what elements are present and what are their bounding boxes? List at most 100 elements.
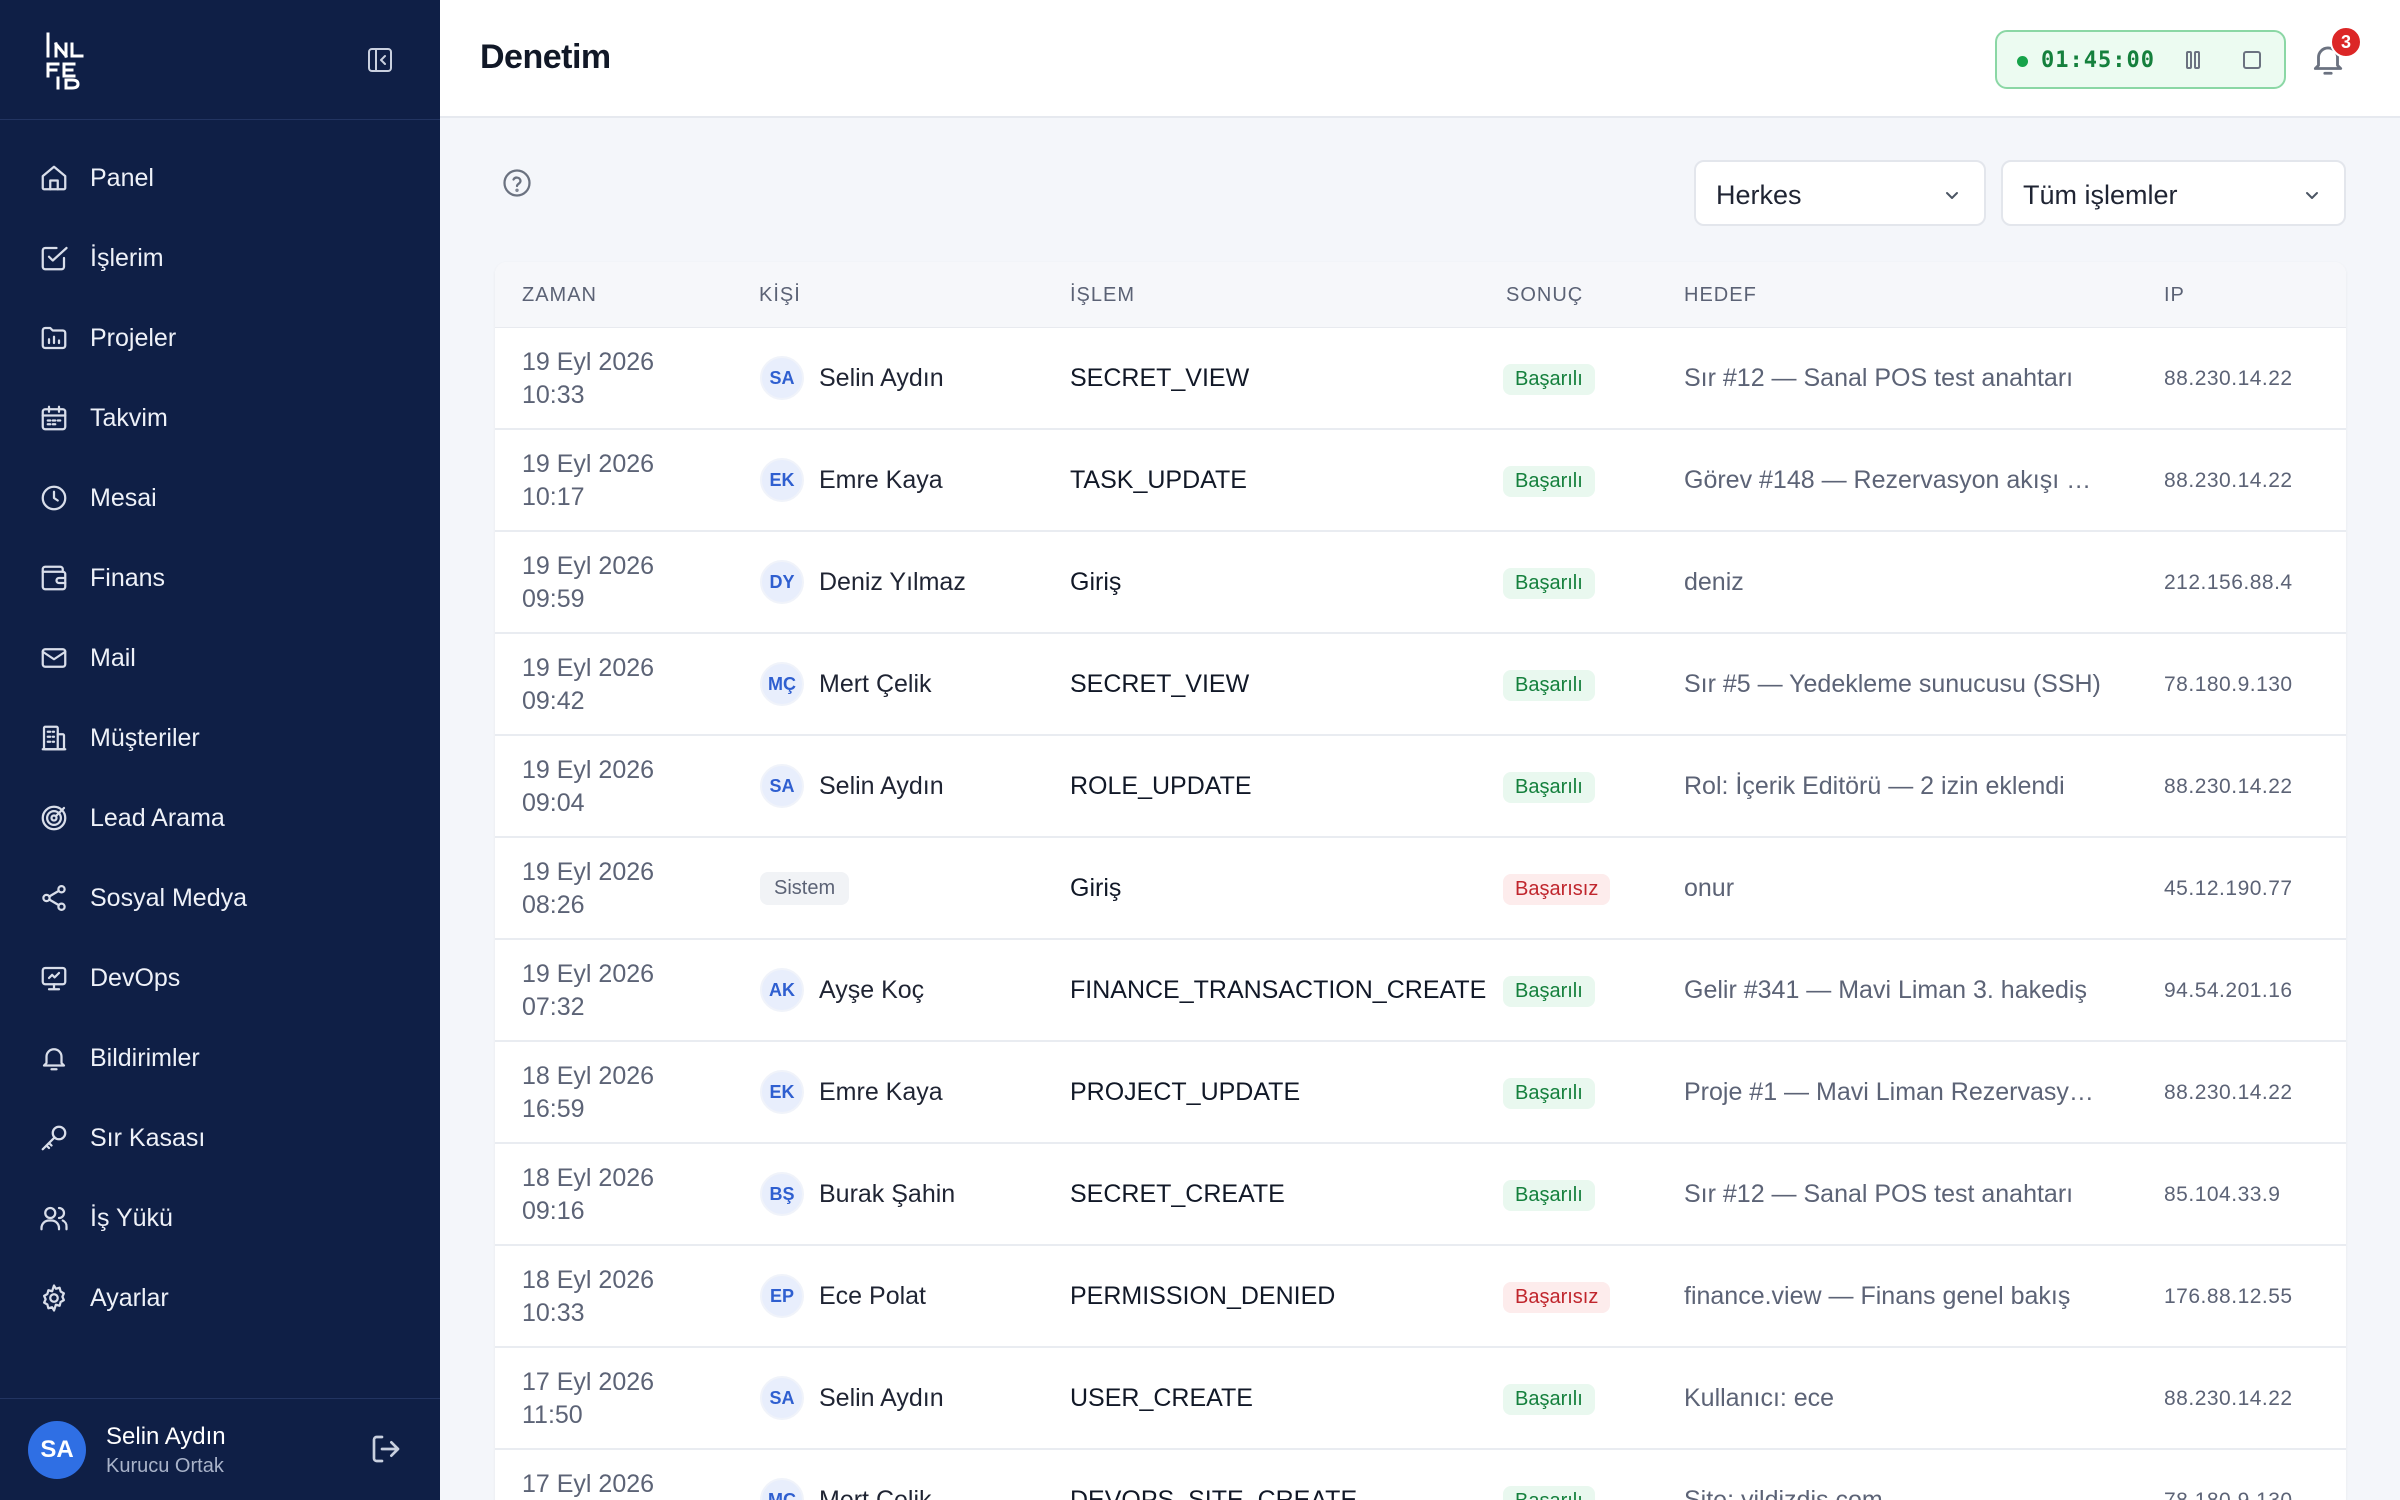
pause-icon[interactable] bbox=[2181, 48, 2205, 72]
cell-person: EP Ece Polat bbox=[760, 1246, 926, 1346]
sidebar-item-musteriler[interactable]: Müşteriler bbox=[0, 698, 440, 778]
cell-action: SECRET_CREATE bbox=[1070, 1180, 1285, 1208]
status-badge: Başarılı bbox=[1503, 1486, 1595, 1500]
cell-time: 19 Eyl 2026 10:33 bbox=[522, 346, 654, 412]
avatar: SA bbox=[760, 764, 804, 808]
sidebar-item-finans[interactable]: Finans bbox=[0, 538, 440, 618]
column-header-target[interactable]: HEDEF bbox=[1684, 284, 1757, 307]
cell-person: EK Emre Kaya bbox=[760, 430, 943, 530]
chevron-down-icon bbox=[1946, 192, 1958, 199]
sidebar-item-devops[interactable]: DevOps bbox=[0, 938, 440, 1018]
table-row[interactable]: 19 Eyl 2026 10:33 SA Selin Aydın SECRET_VIEW… bbox=[495, 328, 2346, 430]
user-filter-select[interactable]: Herkes bbox=[1694, 160, 1986, 226]
cell-target: Proje #1 — Mavi Liman Rezervasyon … bbox=[1684, 1078, 2104, 1106]
column-header-ip[interactable]: IP bbox=[2164, 284, 2185, 307]
cell-ip: 45.12.190.77 bbox=[2164, 877, 2293, 900]
avatar: SA bbox=[760, 356, 804, 400]
sidebar-item-mail[interactable]: Mail bbox=[0, 618, 440, 698]
status-badge: Başarılı bbox=[1503, 670, 1595, 701]
cell-result: Başarısız bbox=[1503, 1282, 1611, 1313]
table-row[interactable]: 19 Eyl 2026 10:17 EK Emre Kaya TASK_UPDATE Ba… bbox=[495, 430, 2346, 532]
cell-person: MÇ Mert Çelik bbox=[760, 634, 932, 734]
status-badge: Başarılı bbox=[1503, 466, 1595, 497]
sidebar-item-sosyal-medya[interactable]: Sosyal Medya bbox=[0, 858, 440, 938]
cell-result: Başarılı bbox=[1503, 1384, 1595, 1415]
sidebar-item-label: Lead Arama bbox=[90, 803, 225, 832]
status-badge: Başarılı bbox=[1503, 1384, 1595, 1415]
avatar: EK bbox=[760, 1070, 804, 1114]
table-header: ZAMAN KİŞİ İŞLEM SONUÇ HEDEF IP bbox=[495, 262, 2346, 328]
table-row[interactable]: 19 Eyl 2026 09:59 DY Deniz Yılmaz Giriş Başar… bbox=[495, 532, 2346, 634]
cell-ip: 78.180.9.130 bbox=[2164, 1489, 2293, 1500]
sidebar-item-label: DevOps bbox=[90, 963, 181, 992]
cell-date-text: 17 Eyl 2026 bbox=[522, 1470, 655, 1498]
sidebar-item-islerim[interactable]: İşlerim bbox=[0, 218, 440, 298]
cell-target: Sır #5 — Yedekleme sunucusu (SSH) bbox=[1684, 670, 2101, 698]
avatar[interactable]: SA bbox=[28, 1421, 86, 1479]
table-row[interactable]: 18 Eyl 2026 09:16 BŞ Burak Şahin SECRET_CREA… bbox=[495, 1144, 2346, 1246]
cell-time: 18 Eyl 2026 09:16 bbox=[522, 1162, 654, 1228]
action-filter-select[interactable]: Tüm işlemler bbox=[2001, 160, 2346, 226]
cell-date-text: 19 Eyl 2026 bbox=[522, 858, 655, 886]
sidebar-item-mesai[interactable]: Mesai bbox=[0, 458, 440, 538]
clock-icon bbox=[38, 482, 70, 514]
sidebar-item-lead-arama[interactable]: Lead Arama bbox=[0, 778, 440, 858]
column-header-time[interactable]: ZAMAN bbox=[522, 284, 597, 307]
column-header-action[interactable]: İŞLEM bbox=[1070, 284, 1135, 307]
sidebar-item-ayarlar[interactable]: Ayarlar bbox=[0, 1258, 440, 1338]
cell-target: deniz bbox=[1684, 568, 1744, 596]
table-row[interactable]: 18 Eyl 2026 10:33 EP Ece Polat PERMISSION_DE… bbox=[495, 1246, 2346, 1348]
table-row[interactable]: 19 Eyl 2026 09:04 SA Selin Aydın ROLE_UPDATE… bbox=[495, 736, 2346, 838]
cell-target: Görev #148 — Rezervasyon akışı UX… bbox=[1684, 466, 2104, 494]
sidebar-item-is-yuku[interactable]: İş Yükü bbox=[0, 1178, 440, 1258]
cell-person: MÇ Mert Çelik bbox=[760, 1450, 932, 1500]
column-header-result[interactable]: SONUÇ bbox=[1506, 284, 1583, 307]
cell-ip: 78.180.9.130 bbox=[2164, 673, 2293, 696]
cell-person: SA Selin Aydın bbox=[760, 1348, 944, 1448]
sidebar-item-label: Sosyal Medya bbox=[90, 883, 248, 912]
status-badge: Başarısız bbox=[1503, 1282, 1611, 1313]
table-row[interactable]: 17 Eyl 2026 11:50 SA Selin Aydın USER_CREATE… bbox=[495, 1348, 2346, 1450]
sidebar-item-label: İş Yükü bbox=[90, 1203, 173, 1232]
cell-ip: 176.88.12.55 bbox=[2164, 1285, 2293, 1308]
cell-time: 18 Eyl 2026 10:33 bbox=[522, 1264, 654, 1330]
column-header-person[interactable]: KİŞİ bbox=[759, 284, 801, 307]
cell-action: SECRET_VIEW bbox=[1070, 364, 1250, 392]
sidebar-item-label: Panel bbox=[90, 163, 154, 192]
cell-person: SA Selin Aydın bbox=[760, 736, 944, 836]
cell-time-text: 10:33 bbox=[522, 1299, 585, 1327]
users-icon bbox=[38, 1202, 70, 1234]
table-row[interactable]: 19 Eyl 2026 08:26 Sistem Giriş Başarısız onur… bbox=[495, 838, 2346, 940]
cell-result: Başarılı bbox=[1503, 1486, 1595, 1500]
user-role: Kurucu Ortak bbox=[106, 1455, 224, 1477]
cell-person: BŞ Burak Şahin bbox=[760, 1144, 955, 1244]
cell-action: Giriş bbox=[1070, 568, 1122, 596]
cell-time: 19 Eyl 2026 09:59 bbox=[522, 550, 654, 616]
cell-time-text: 08:26 bbox=[522, 891, 585, 919]
table-row[interactable]: 19 Eyl 2026 09:42 MÇ Mert Çelik SECRET_VIEW B… bbox=[495, 634, 2346, 736]
status-badge: Başarılı bbox=[1503, 976, 1595, 1007]
monitor-icon bbox=[38, 962, 70, 994]
cell-target: Sır #12 — Sanal POS test anahtarı bbox=[1684, 364, 2074, 392]
target-icon bbox=[38, 802, 70, 834]
cell-ip: 94.54.201.16 bbox=[2164, 979, 2293, 1002]
cell-result: Başarılı bbox=[1503, 772, 1595, 803]
person-name: Mert Çelik bbox=[819, 1485, 932, 1500]
sidebar-item-projeler[interactable]: Projeler bbox=[0, 298, 440, 378]
sidebar-item-panel[interactable]: Panel bbox=[0, 138, 440, 218]
sidebar-item-label: Finans bbox=[90, 563, 166, 592]
user-name: Selin Aydın bbox=[106, 1423, 226, 1450]
person-name: Ayşe Koç bbox=[819, 975, 925, 1004]
cell-person: AK Ayşe Koç bbox=[760, 940, 924, 1040]
sidebar: Panel İşlerim Projeler Takvim Mesai Fina… bbox=[0, 0, 440, 1500]
sidebar-collapse-icon[interactable] bbox=[366, 46, 394, 74]
table-row[interactable]: 19 Eyl 2026 07:32 AK Ayşe Koç FINANCE_TRANSA… bbox=[495, 940, 2346, 1042]
logout-icon[interactable] bbox=[370, 1433, 402, 1465]
sidebar-item-bildirimler[interactable]: Bildirimler bbox=[0, 1018, 440, 1098]
sidebar-item-takvim[interactable]: Takvim bbox=[0, 378, 440, 458]
help-icon[interactable] bbox=[502, 168, 532, 198]
table-row[interactable]: 17 Eyl 2026 MÇ Mert Çelik DEVOPS_SITE_CREAT… bbox=[495, 1450, 2346, 1500]
stop-icon[interactable] bbox=[2240, 48, 2264, 72]
sidebar-item-sir-kasasi[interactable]: Sır Kasası bbox=[0, 1098, 440, 1178]
table-row[interactable]: 18 Eyl 2026 16:59 EK Emre Kaya PROJECT_UPDAT… bbox=[495, 1042, 2346, 1144]
